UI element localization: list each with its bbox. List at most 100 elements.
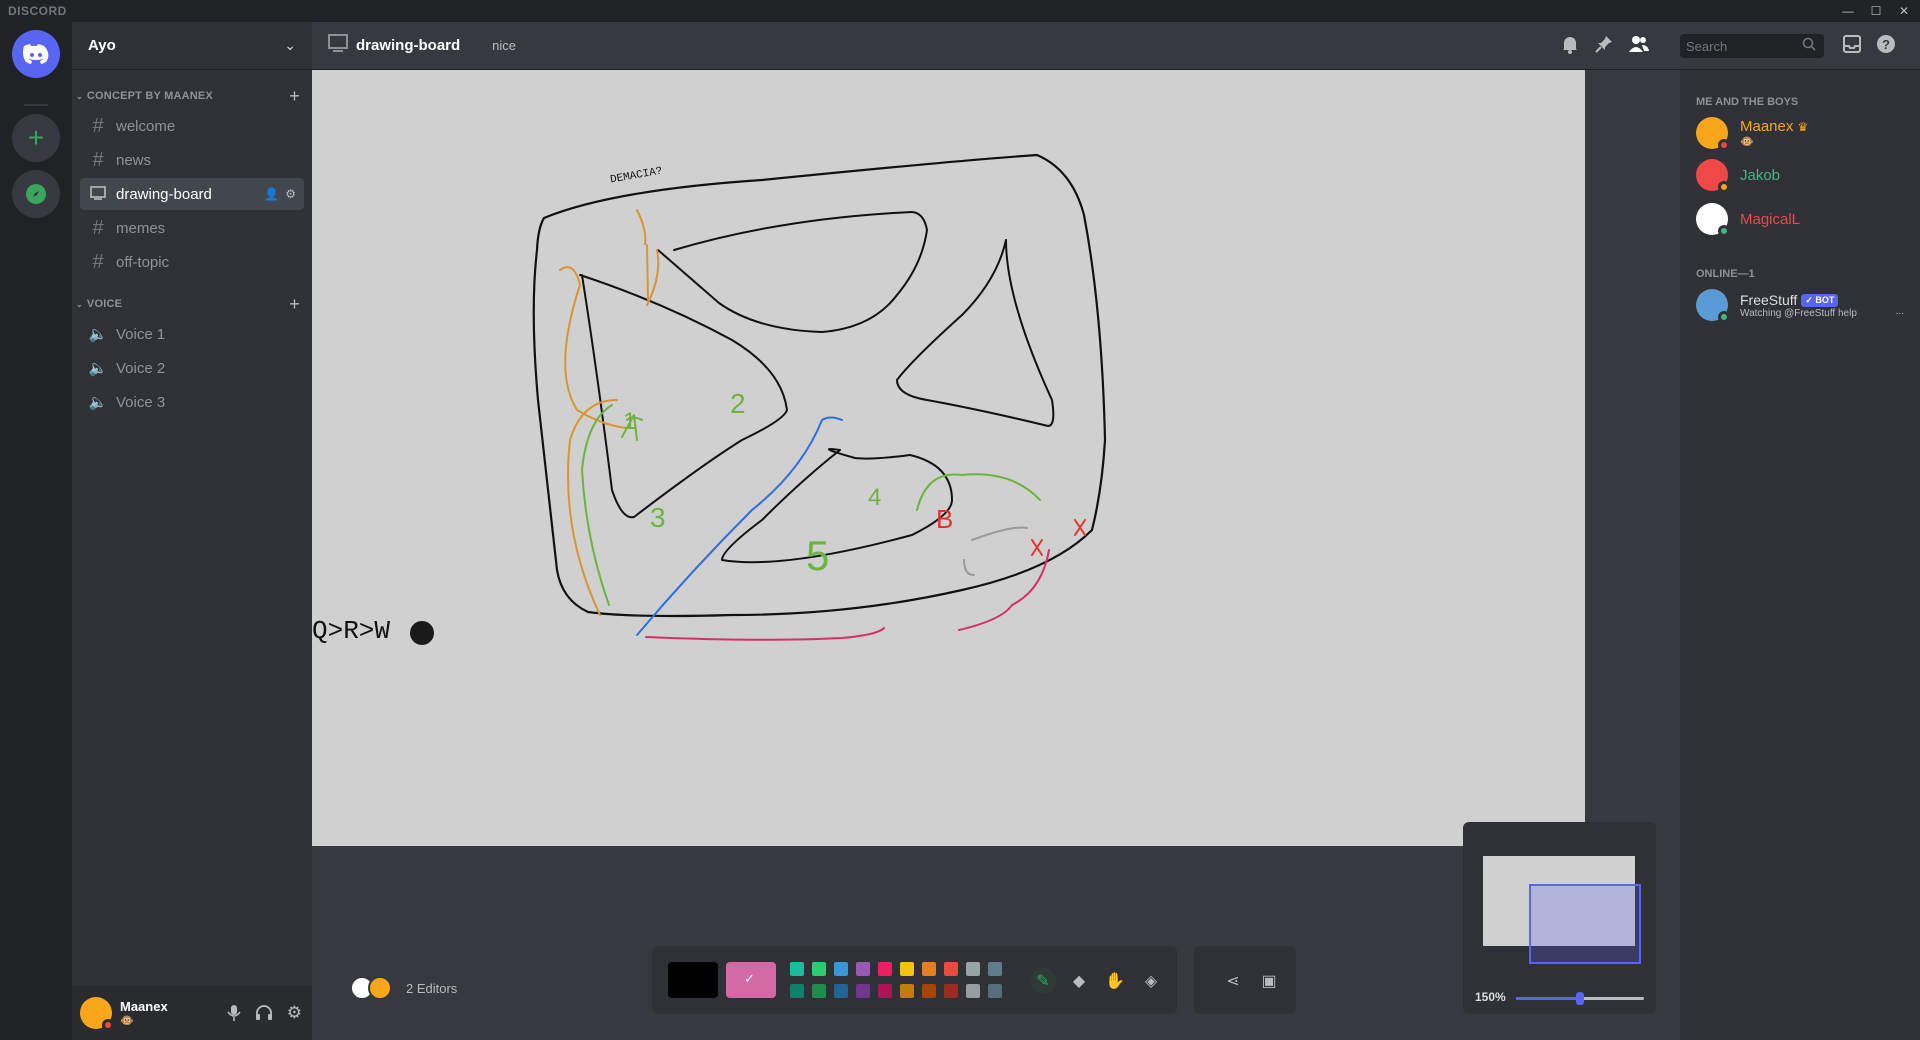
category-label: VOICE bbox=[86, 298, 123, 310]
palette-color-swatch[interactable] bbox=[944, 984, 958, 998]
palette-color-swatch[interactable] bbox=[922, 984, 936, 998]
palette-color-swatch[interactable] bbox=[966, 984, 980, 998]
home-button[interactable] bbox=[12, 30, 60, 78]
drawing-strokes bbox=[410, 153, 1107, 645]
server-name: Ayo bbox=[88, 37, 116, 54]
compass-icon bbox=[26, 184, 46, 204]
voice-channel-1[interactable]: 🔈 Voice 1 bbox=[80, 318, 304, 350]
channel-label: memes bbox=[116, 219, 166, 237]
speaker-icon: 🔈 bbox=[88, 360, 108, 377]
channel-topic: nice bbox=[492, 38, 517, 53]
chevron-down-icon: ⌄ bbox=[76, 91, 83, 101]
settings-gear-icon[interactable]: ⚙ bbox=[287, 1004, 302, 1027]
microphone-icon[interactable] bbox=[227, 1004, 241, 1027]
palette-color-swatch[interactable] bbox=[988, 984, 1002, 998]
member-list: ME AND THE BOYS Maanex ♛ 🐵 Jakob Magical… bbox=[1680, 70, 1920, 1040]
zoom-slider-fill bbox=[1516, 997, 1580, 1000]
channel-label: off-topic bbox=[116, 253, 170, 271]
palette-color-swatch[interactable] bbox=[900, 984, 914, 998]
minimize-icon[interactable]: — bbox=[1834, 0, 1862, 22]
close-icon[interactable]: ✕ bbox=[1890, 0, 1918, 22]
title-bar: DISCORD — ☐ ✕ bbox=[0, 0, 1920, 22]
secondary-color-swatch[interactable]: ✓ bbox=[726, 962, 776, 998]
editors-label: 2 Editors bbox=[406, 980, 458, 996]
zoom-label: 150% bbox=[1475, 990, 1506, 1004]
explore-servers-button[interactable] bbox=[12, 170, 60, 218]
hand-icon[interactable]: ✋ bbox=[1102, 968, 1128, 994]
username: Maanex bbox=[120, 999, 168, 1014]
member-freestuff[interactable]: FreeStuff ✓ BOT Watching @FreeStuff help … bbox=[1688, 284, 1912, 326]
zoom-slider-handle[interactable] bbox=[1576, 992, 1584, 1005]
canvas-text-qrw: Q>R>W bbox=[312, 616, 391, 646]
member-name: MagicalL bbox=[1740, 210, 1801, 228]
chevron-down-icon: ⌄ bbox=[76, 299, 83, 309]
member-maanex[interactable]: Maanex ♛ 🐵 bbox=[1688, 112, 1912, 154]
inbox-icon[interactable] bbox=[1842, 34, 1862, 54]
board-icon bbox=[328, 34, 348, 57]
avatar[interactable] bbox=[80, 997, 114, 1031]
palette-color-swatch[interactable] bbox=[944, 962, 958, 976]
minimap-viewport[interactable] bbox=[1529, 884, 1641, 964]
invite-icon[interactable]: 👤 bbox=[264, 187, 279, 201]
bot-badge: ✓ BOT bbox=[1801, 294, 1839, 308]
svg-text:?: ? bbox=[1882, 37, 1890, 52]
channel-memes[interactable]: # memes bbox=[80, 212, 304, 244]
maximize-icon[interactable]: ☐ bbox=[1862, 0, 1890, 22]
palette-color-swatch[interactable] bbox=[922, 962, 936, 976]
hash-icon: # bbox=[92, 114, 104, 137]
member-name: Maanex bbox=[1740, 118, 1794, 135]
share-toolbar: ⋖ ▣ bbox=[1194, 946, 1296, 1014]
search-icon bbox=[1802, 37, 1816, 51]
zoom-slider[interactable] bbox=[1516, 992, 1644, 1005]
editors-indicator: 2 Editors bbox=[350, 976, 457, 1000]
palette-color-swatch[interactable] bbox=[856, 984, 870, 998]
primary-color-swatch[interactable] bbox=[668, 962, 718, 998]
palette-color-swatch[interactable] bbox=[878, 962, 892, 976]
bell-icon[interactable] bbox=[1560, 34, 1580, 54]
palette-color-swatch[interactable] bbox=[966, 962, 980, 976]
add-channel-icon[interactable]: + bbox=[289, 294, 300, 315]
pencil-icon[interactable]: ✎ bbox=[1030, 968, 1056, 994]
palette-color-swatch[interactable] bbox=[878, 984, 892, 998]
voice-channel-2[interactable]: 🔈 Voice 2 bbox=[80, 352, 304, 384]
save-icon[interactable]: ▣ bbox=[1256, 968, 1282, 994]
add-channel-icon[interactable]: + bbox=[289, 86, 300, 107]
share-icon[interactable]: ⋖ bbox=[1220, 968, 1246, 994]
canvas-number-5: 5 bbox=[806, 532, 830, 579]
eraser-icon[interactable]: ◈ bbox=[1138, 968, 1164, 994]
palette-color-swatch[interactable] bbox=[834, 984, 848, 998]
category-concept[interactable]: ⌄ CONCEPT BY MAANEX + bbox=[72, 86, 312, 106]
palette-color-swatch[interactable] bbox=[812, 984, 826, 998]
palette-color-swatch[interactable] bbox=[856, 962, 870, 976]
dnd-status-icon bbox=[102, 1019, 114, 1031]
crown-icon: ♛ bbox=[1797, 120, 1809, 134]
server-header[interactable]: Ayo ⌄ bbox=[72, 22, 312, 70]
user-status: 🐵 bbox=[120, 1015, 134, 1027]
palette-color-swatch[interactable] bbox=[812, 962, 826, 976]
channel-welcome[interactable]: # welcome bbox=[80, 110, 304, 142]
pin-icon[interactable] bbox=[1594, 34, 1614, 54]
fill-bucket-icon[interactable]: ◆ bbox=[1066, 968, 1092, 994]
channel-sidebar: Ayo ⌄ ⌄ CONCEPT BY MAANEX + # welcome # … bbox=[72, 22, 312, 986]
category-voice[interactable]: ⌄ VOICE + bbox=[72, 294, 312, 314]
member-jakob[interactable]: Jakob bbox=[1688, 154, 1912, 196]
channel-news[interactable]: # news bbox=[80, 144, 304, 176]
palette-color-swatch[interactable] bbox=[900, 962, 914, 976]
channel-off-topic[interactable]: # off-topic bbox=[80, 246, 304, 278]
headphones-icon[interactable] bbox=[255, 1004, 273, 1027]
board-icon bbox=[88, 183, 108, 206]
palette-color-swatch[interactable] bbox=[988, 962, 1002, 976]
palette-color-swatch[interactable] bbox=[790, 984, 804, 998]
palette-color-swatch[interactable] bbox=[790, 962, 804, 976]
add-server-button[interactable]: + bbox=[12, 114, 60, 162]
canvas-number-2: 2 bbox=[730, 388, 746, 419]
channel-drawing-board[interactable]: drawing-board 👤 ⚙ bbox=[80, 178, 304, 210]
help-icon[interactable]: ? bbox=[1876, 34, 1896, 54]
voice-channel-3[interactable]: 🔈 Voice 3 bbox=[80, 386, 304, 418]
palette-color-swatch[interactable] bbox=[834, 962, 848, 976]
members-icon[interactable] bbox=[1628, 34, 1650, 54]
member-magicall[interactable]: MagicalL bbox=[1688, 198, 1912, 240]
gear-icon[interactable]: ⚙ bbox=[285, 187, 296, 201]
drawing-canvas[interactable]: DEMACIA? Q>R>W 1 2 3 4 5 B bbox=[312, 70, 1585, 846]
guild-rail: + bbox=[0, 22, 72, 1040]
